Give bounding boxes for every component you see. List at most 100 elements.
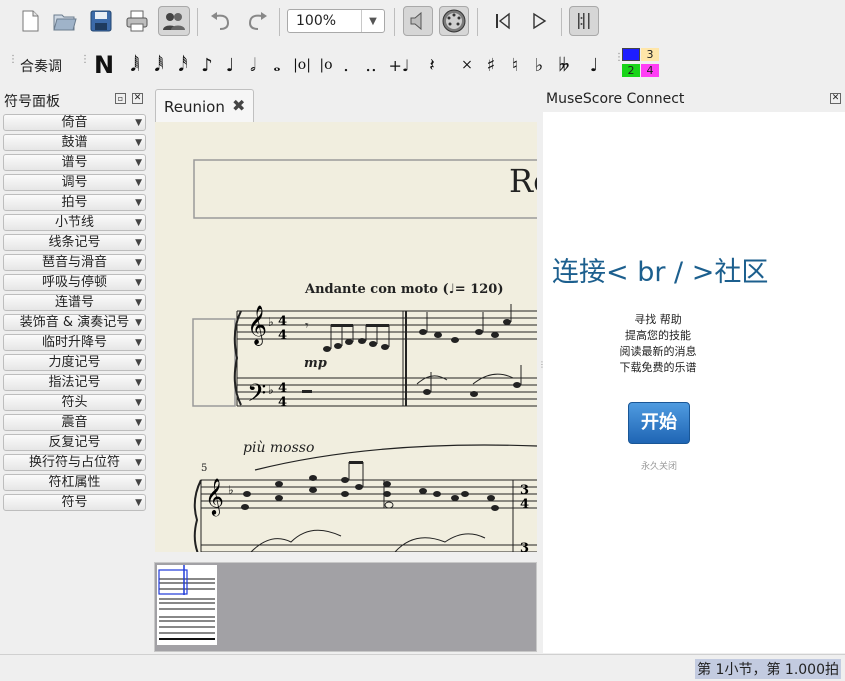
- tempo-value: = 120): [454, 282, 504, 297]
- expression-text[interactable]: più mosso: [243, 440, 314, 456]
- tempo-marking[interactable]: Andante con moto (♩= 120): [305, 282, 504, 297]
- palette-item-label: 指法记号: [48, 375, 101, 390]
- chevron-down-icon: ▼: [135, 138, 142, 148]
- palette-item[interactable]: 琶音与滑音 ▼: [3, 254, 146, 271]
- start-button[interactable]: 开始: [628, 402, 690, 444]
- play-icon[interactable]: [524, 6, 554, 36]
- undo-icon[interactable]: [206, 6, 236, 36]
- note-quarter-icon[interactable]: ♩: [220, 50, 240, 80]
- chevron-down-icon: ▼: [135, 318, 142, 328]
- open-file-icon[interactable]: [50, 6, 80, 36]
- dismiss-link[interactable]: 永久关闭: [628, 459, 690, 472]
- flip-direction-icon[interactable]: ♩: [582, 50, 606, 80]
- dynamic-marking[interactable]: mp: [304, 356, 327, 371]
- page-thumbnail[interactable]: [157, 565, 217, 645]
- sharp-icon[interactable]: ♯: [480, 50, 502, 80]
- palette-item[interactable]: 连谱号 ▼: [3, 294, 146, 311]
- chevron-down-icon: ▼: [135, 458, 142, 468]
- tab-reunion[interactable]: Reunion ✖: [155, 89, 254, 122]
- chevron-down-icon: ▼: [135, 198, 142, 208]
- close-icon[interactable]: ✕: [830, 93, 841, 104]
- print-icon[interactable]: [122, 6, 152, 36]
- time-signature: 4: [278, 328, 287, 343]
- palette-item[interactable]: 调号 ▼: [3, 174, 146, 191]
- palette-item[interactable]: 符头 ▼: [3, 394, 146, 411]
- palette-item[interactable]: 力度记号 ▼: [3, 354, 146, 371]
- connect-line: 下载免费的乐谱: [619, 361, 697, 374]
- note-whole-icon[interactable]: 𝅝: [266, 50, 288, 80]
- close-icon[interactable]: ✕: [132, 93, 143, 104]
- float-panel-icon[interactable]: ▫: [115, 93, 126, 104]
- time-signature: 4: [520, 497, 529, 512]
- rewind-icon[interactable]: [488, 6, 518, 36]
- chevron-down-icon: ▼: [135, 178, 142, 188]
- voice-4-button[interactable]: 4: [641, 64, 659, 77]
- treble-clef: 𝄞: [205, 477, 224, 516]
- palette-item[interactable]: 倚音 ▼: [3, 114, 146, 131]
- palette-item[interactable]: 反复记号 ▼: [3, 434, 146, 451]
- double-sharp-icon[interactable]: ×: [455, 50, 479, 80]
- chevron-down-icon[interactable]: ▼: [361, 10, 384, 32]
- double-flat-icon[interactable]: 𝄫: [552, 50, 576, 80]
- palette-item[interactable]: 鼓谱 ▼: [3, 134, 146, 151]
- voice-3-button[interactable]: 3: [641, 48, 659, 61]
- toolbar-grip: ⋮: [8, 54, 18, 65]
- note-breve-icon[interactable]: |o|: [290, 50, 314, 80]
- palette-item[interactable]: 符号 ▼: [3, 494, 146, 511]
- close-tab-icon[interactable]: ✖: [232, 96, 245, 115]
- note-half-icon[interactable]: 𝅗𝅥: [242, 50, 264, 80]
- tie-icon[interactable]: +♩: [386, 50, 412, 80]
- rest-icon[interactable]: 𝄽: [420, 50, 444, 80]
- flat-icon[interactable]: ♭: [528, 50, 550, 80]
- score-canvas[interactable]: 𝄞 𝄢 ♭ ♭ 4 4 4 4 𝄾 𝄞 ♭ 3 4 3 R Andante co…: [155, 122, 537, 552]
- toolbar-grip: ⋮: [80, 54, 90, 65]
- midi-input-icon[interactable]: [439, 6, 469, 36]
- speaker-icon[interactable]: [403, 6, 433, 36]
- voice-2-button[interactable]: 2: [622, 64, 640, 77]
- time-signature: 4: [278, 395, 287, 410]
- metronome-loop-icon[interactable]: [569, 6, 599, 36]
- palette-item[interactable]: 换行符与占位符 ▼: [3, 454, 146, 471]
- palette-item[interactable]: 指法记号 ▼: [3, 374, 146, 391]
- augmentation-dot-icon[interactable]: .: [338, 50, 354, 80]
- voice-1-button[interactable]: [622, 48, 640, 61]
- note-16th-icon[interactable]: 𝅘𝅥𝅰: [172, 50, 194, 80]
- concert-pitch-label[interactable]: 合奏调: [20, 56, 62, 76]
- score-title[interactable]: Re: [509, 162, 537, 200]
- chevron-down-icon: ▼: [135, 298, 142, 308]
- note-longa-icon[interactable]: |o: [314, 50, 338, 80]
- chevron-down-icon: ▼: [135, 358, 142, 368]
- palette-item[interactable]: 符杠属性 ▼: [3, 474, 146, 491]
- redo-icon[interactable]: [242, 6, 272, 36]
- canvas-splitter[interactable]: [155, 553, 537, 562]
- palette-item-label: 力度记号: [48, 355, 101, 370]
- palette-item[interactable]: 小节线 ▼: [3, 214, 146, 231]
- connect-line: 阅读最新的消息: [619, 345, 697, 358]
- palette-item[interactable]: 装饰音 & 演奏记号 ▼: [3, 314, 146, 331]
- palette-item[interactable]: 震音 ▼: [3, 414, 146, 431]
- key-flat: ♭: [268, 383, 274, 397]
- concert-users-icon[interactable]: [158, 6, 190, 36]
- chevron-down-icon: ▼: [135, 378, 142, 388]
- zoom-select[interactable]: 100% ▼: [287, 9, 385, 33]
- natural-icon[interactable]: ♮: [504, 50, 526, 80]
- palette-item[interactable]: 临时升降号 ▼: [3, 334, 146, 351]
- voice-3-label: 3: [646, 48, 654, 61]
- palette-item[interactable]: 谱号 ▼: [3, 154, 146, 171]
- palette-item[interactable]: 线条记号 ▼: [3, 234, 146, 251]
- note-32nd-icon[interactable]: 𝅘𝅥𝅱: [148, 50, 170, 80]
- palette-item[interactable]: 拍号 ▼: [3, 194, 146, 211]
- new-file-icon[interactable]: [15, 6, 45, 36]
- navigator-panel[interactable]: [154, 562, 537, 652]
- panel-splitter[interactable]: ⋮: [538, 360, 546, 380]
- note-input-n-icon[interactable]: N: [92, 50, 116, 80]
- connect-feature-list: 寻找 帮助 提高您的技能 阅读最新的消息 下载免费的乐谱: [603, 312, 713, 376]
- note-eighth-icon[interactable]: ♪: [196, 50, 218, 80]
- svg-text:𝄾: 𝄾: [305, 318, 309, 334]
- time-signature: 4: [278, 314, 287, 329]
- palette-item[interactable]: 呼吸与停顿 ▼: [3, 274, 146, 291]
- note-64th-icon[interactable]: 𝅘𝅥𝅲: [124, 50, 146, 80]
- save-icon[interactable]: [86, 6, 116, 36]
- chevron-down-icon: ▼: [135, 258, 142, 268]
- double-dot-icon[interactable]: ..: [360, 50, 382, 80]
